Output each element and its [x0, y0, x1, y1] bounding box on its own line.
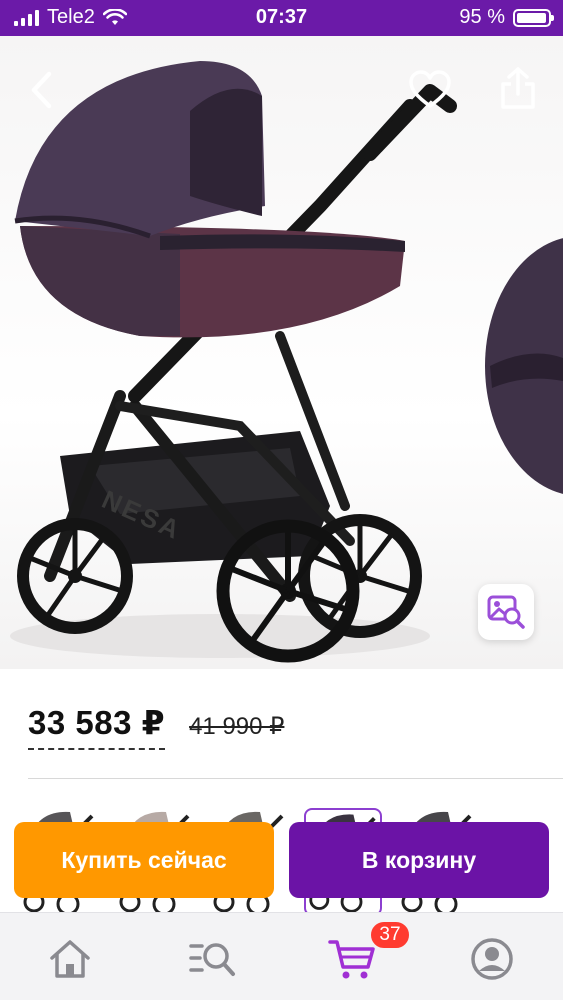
tab-catalog[interactable] [186, 933, 238, 985]
share-button[interactable] [494, 64, 542, 112]
status-bar: Tele2 07:37 95 % [0, 0, 563, 36]
favorite-button[interactable] [406, 66, 454, 114]
heart-outline-icon [409, 70, 451, 108]
cart-count-badge: 37 [369, 920, 411, 950]
profile-icon [471, 938, 513, 980]
battery-icon [513, 8, 554, 27]
cart-icon [328, 940, 375, 979]
image-search-icon [487, 595, 525, 629]
old-price: 41 990 ₽ [189, 713, 285, 740]
product-photo: NESA [10, 61, 563, 663]
product-screen: Tele2 07:37 95 % NESA 33 583 ₽ 41 990 ₽ … [0, 0, 563, 1000]
chevron-left-icon [31, 71, 52, 109]
home-icon [50, 940, 90, 978]
back-button[interactable] [18, 66, 66, 114]
status-right: 95 % [459, 6, 554, 29]
tab-profile[interactable] [466, 933, 518, 985]
visual-search-button[interactable] [478, 584, 534, 640]
add-to-cart-button[interactable]: В корзину [289, 822, 549, 898]
share-icon [501, 67, 535, 109]
product-gallery[interactable]: NESA [0, 36, 563, 669]
divider [28, 778, 563, 779]
tab-bar [0, 912, 563, 1000]
buy-now-button[interactable]: Купить сейчас [14, 822, 274, 898]
current-price[interactable]: 33 583 ₽ [28, 703, 166, 750]
battery-percent: 95 % [459, 6, 505, 28]
price-row: 33 583 ₽ 41 990 ₽ [28, 703, 284, 750]
tab-home[interactable] [44, 933, 96, 985]
catalog-search-icon [189, 943, 235, 976]
